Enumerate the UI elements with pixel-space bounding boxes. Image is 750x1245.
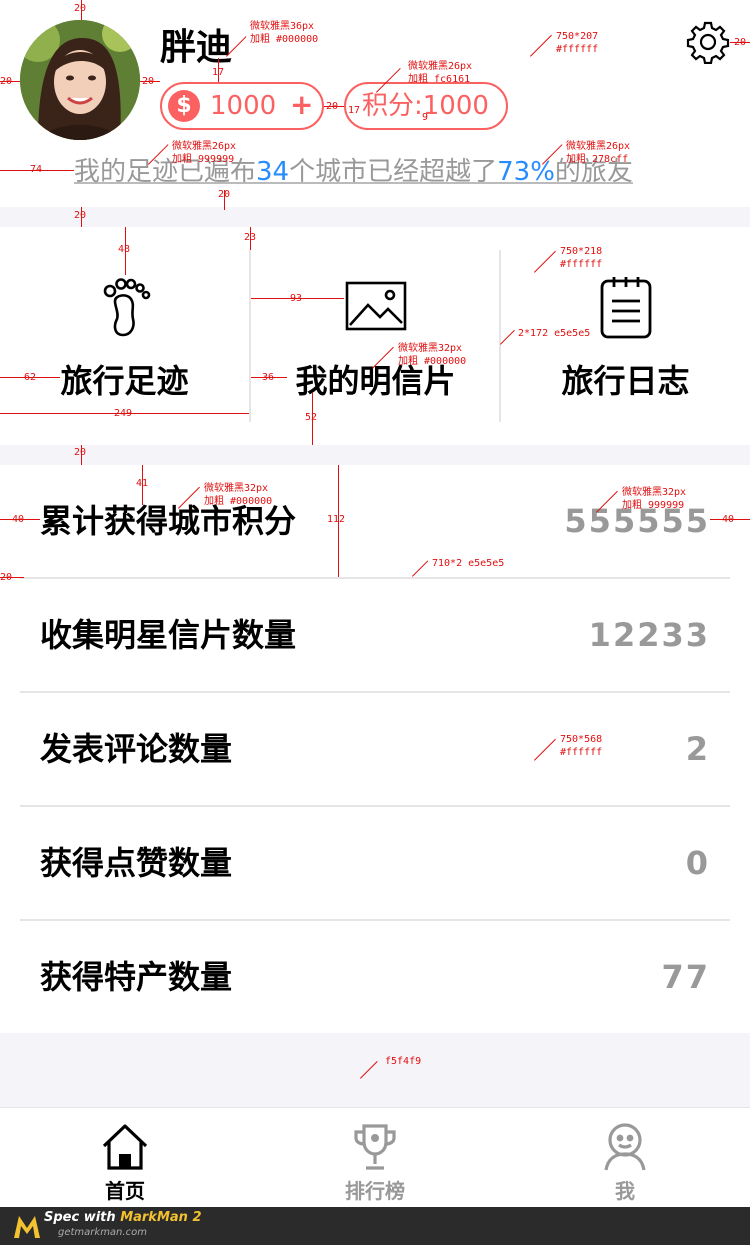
feature-label: 我的明信片 xyxy=(295,362,456,400)
feature-travel-journal[interactable]: 旅行日志 xyxy=(501,227,750,445)
markman-url: getmarkman.com xyxy=(58,1227,147,1238)
stat-value: 77 xyxy=(661,958,710,996)
footprint-text-3: 的旅友 xyxy=(554,157,633,187)
feature-label: 旅行日志 xyxy=(561,362,690,400)
spec-annotation: f5f4f9 xyxy=(385,1056,422,1067)
markman-prefix: Spec with xyxy=(44,1210,121,1225)
spec-dimension: 20 xyxy=(74,210,87,221)
footprint-text-2: 个城市已经超越了 xyxy=(289,157,498,187)
home-icon xyxy=(100,1122,150,1172)
stat-row-likes[interactable]: 获得点赞数量 0 xyxy=(0,807,750,921)
surpass-percent: 73% xyxy=(497,157,555,187)
stat-row-city-points[interactable]: 累计获得城市积分 555555 xyxy=(0,465,750,579)
tab-label: 我 xyxy=(615,1179,635,1203)
trophy-icon xyxy=(350,1122,400,1172)
markman-footer: Spec with MarkMan 2 getmarkman.com xyxy=(0,1207,750,1245)
stat-label: 累计获得城市积分 xyxy=(40,502,297,540)
stat-value: 0 xyxy=(685,844,710,882)
stat-label: 发表评论数量 xyxy=(40,730,233,768)
stat-row-postcards[interactable]: 收集明星信片数量 12233 xyxy=(0,579,750,693)
stat-row-specialties[interactable]: 获得特产数量 77 xyxy=(0,921,750,1035)
stat-value: 2 xyxy=(685,730,710,768)
spec-pointer xyxy=(360,1061,378,1079)
stat-label: 获得特产数量 xyxy=(40,958,233,996)
markman-brand: MarkMan 2 xyxy=(120,1210,202,1225)
spec-dimension-line xyxy=(81,445,82,465)
coin-icon: $ xyxy=(168,90,200,122)
username: 胖迪 xyxy=(160,27,233,68)
feature-label: 旅行足迹 xyxy=(60,362,189,400)
footprint-icon xyxy=(93,275,157,339)
stat-row-comments[interactable]: 发表评论数量 2 xyxy=(0,693,750,807)
spec-dimension-line xyxy=(81,207,82,227)
markman-title: Spec with MarkMan 2 xyxy=(44,1210,202,1225)
stat-label: 获得点赞数量 xyxy=(40,844,233,882)
settings-gear-icon[interactable] xyxy=(686,20,730,65)
add-coin-button[interactable]: + xyxy=(290,86,313,124)
feature-grid: 旅行足迹 我的明信片 旅行日志 xyxy=(0,227,750,445)
points-badge[interactable]: 积分:1000 xyxy=(344,82,508,130)
user-icon xyxy=(600,1122,650,1172)
coin-value: 1000 xyxy=(210,91,277,121)
stat-value: 555555 xyxy=(564,502,710,540)
notepad-icon xyxy=(594,275,658,339)
tab-home[interactable]: 首页 xyxy=(0,1108,250,1208)
stats-list: 累计获得城市积分 555555 收集明星信片数量 12233 发表评论数量 2 … xyxy=(0,465,750,1033)
image-icon xyxy=(344,275,408,339)
markman-logo-icon xyxy=(12,1212,42,1240)
profile-header: 胖迪 $ 1000 + 积分:1000 我的足迹已遍布34个城市已经超越了73%… xyxy=(0,0,750,207)
feature-my-postcards[interactable]: 我的明信片 xyxy=(251,227,500,445)
coin-balance[interactable]: $ 1000 + xyxy=(160,82,324,130)
tab-label: 排行榜 xyxy=(345,1179,405,1203)
avatar[interactable] xyxy=(20,20,140,140)
stat-value: 12233 xyxy=(588,616,710,654)
cities-count: 34 xyxy=(256,157,290,187)
footprint-text-1: 我的足迹已遍布 xyxy=(74,157,257,187)
tab-label: 首页 xyxy=(105,1179,145,1203)
tab-ranking[interactable]: 排行榜 xyxy=(250,1108,500,1208)
footprint-summary: 我的足迹已遍布34个城市已经超越了73%的旅友 xyxy=(74,155,633,189)
spec-dimension: 20 xyxy=(74,447,87,458)
bottom-tab-bar: 首页 排行榜 我 xyxy=(0,1107,750,1207)
feature-travel-footprint[interactable]: 旅行足迹 xyxy=(0,227,249,445)
stat-label: 收集明星信片数量 xyxy=(40,616,297,654)
tab-me[interactable]: 我 xyxy=(500,1108,750,1208)
points-label: 积分:1000 xyxy=(362,91,489,121)
